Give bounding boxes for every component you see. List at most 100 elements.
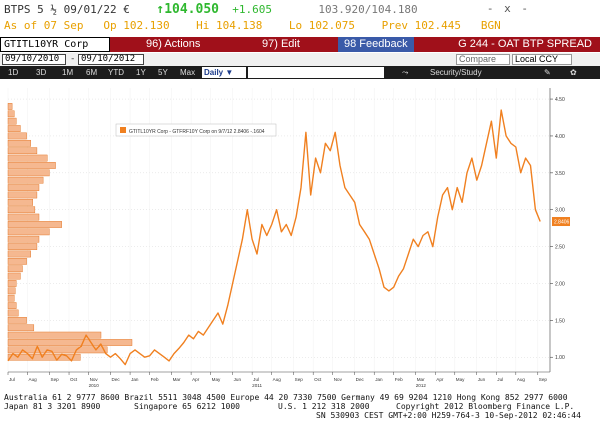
y-tick-label: 2.50 — [555, 245, 565, 251]
x-tick-label: Mar — [173, 377, 181, 382]
study-blank-field[interactable] — [248, 67, 384, 78]
distribution-bar — [7, 147, 38, 155]
x-tick-label: Mar — [417, 377, 425, 382]
x-tick-label: Jan — [375, 377, 383, 382]
line-chart-icon[interactable]: ⤳ — [402, 66, 408, 79]
distribution-bar — [7, 117, 17, 125]
x-tick-label: Jul — [497, 377, 503, 382]
date-range-bar: 09/10/2010 - 09/10/2012 Compare Local CC… — [0, 53, 600, 66]
last-value-label: 2.8406 — [554, 220, 570, 226]
currency-select[interactable]: Local CCY — [512, 54, 572, 65]
command-bar: GTITL10YR Corp 96) Actions 97) Edit 98 F… — [0, 37, 600, 52]
distribution-bar — [7, 324, 35, 332]
range-1y[interactable]: 1Y — [136, 66, 146, 79]
edit-chart-icon[interactable]: ✎ — [544, 66, 551, 79]
legend: GTITL10YR Corp - GTFRF10Y Corp on 9/7/12… — [115, 123, 277, 137]
range-6m[interactable]: 6M — [86, 66, 97, 79]
x-tick-label: Jan — [131, 377, 139, 382]
x-tick-label: Dec — [356, 377, 365, 382]
x-tick-label: Oct — [314, 377, 322, 382]
y-tick-label: 4.50 — [555, 97, 565, 103]
window-controls[interactable]: - x - — [487, 2, 530, 15]
quote-header: BTPS 5 ½ 09/01/22 € ↑104.050 +1.605 103.… — [0, 0, 600, 36]
function-title: G 244 - OAT BTP SPREAD — [458, 38, 592, 50]
legend-swatch — [120, 127, 126, 133]
distribution-bar — [7, 228, 50, 236]
range-1m[interactable]: 1M — [62, 66, 73, 79]
x-year-label: 2010 — [89, 383, 100, 388]
distribution-bar — [7, 132, 27, 140]
quote-fraction: ½ — [50, 3, 57, 16]
distribution-bar — [7, 103, 13, 110]
distribution-bar — [7, 154, 48, 162]
spread-chart: 1.00 1.50 2.00 2.50 3.00 3.50 4.00 4.50 Jul Aug S… — [0, 80, 600, 388]
security-study-button[interactable]: Security/Study — [430, 66, 482, 79]
distribution-bar — [7, 280, 17, 287]
distribution-bar — [7, 191, 38, 199]
quote-line-2: As of 07 Sep Op 102.130 Hi 104.138 Lo 10… — [4, 19, 501, 32]
distribution-bar — [7, 287, 16, 295]
distribution-bar — [7, 243, 38, 250]
quote-low: Lo 102.075 — [288, 19, 356, 32]
actions-button[interactable]: 96) Actions — [146, 37, 200, 52]
frequency-select[interactable]: Daily ▼ — [202, 67, 246, 78]
distribution-bar — [7, 258, 27, 265]
x-tick-label: Feb — [395, 377, 403, 382]
distribution-bar — [7, 294, 15, 302]
y-tick-label: 1.50 — [555, 318, 565, 324]
distribution-bar — [7, 110, 15, 118]
quote-high: Hi 104.138 — [196, 19, 263, 32]
range-1d[interactable]: 1D — [8, 66, 18, 79]
distribution-bar — [7, 125, 21, 132]
last-value-tag: 2.8406 — [552, 217, 570, 227]
range-5y[interactable]: 5Y — [158, 66, 168, 79]
quote-asof: As of 07 Sep — [4, 19, 84, 32]
footer-line-1: Australia 61 2 9777 8600 Brazil 5511 304… — [4, 393, 568, 402]
x-tick-label: Apr — [436, 377, 444, 382]
distribution-bar — [7, 162, 56, 169]
range-3d[interactable]: 3D — [36, 66, 46, 79]
gear-icon[interactable]: ✿ — [570, 66, 577, 79]
frequency-label: Daily — [204, 68, 224, 77]
x-tick-label: May — [456, 377, 465, 382]
x-tick-label: Sep — [295, 377, 304, 382]
start-date-field[interactable]: 09/10/2010 — [2, 54, 66, 65]
x-tick-label: Jul — [9, 377, 15, 382]
quote-last-price: 104.050 — [164, 2, 219, 17]
range-max[interactable]: Max — [180, 66, 195, 79]
distribution-bar — [7, 206, 36, 214]
footer: Australia 61 2 9777 8600 Brazil 5511 304… — [0, 390, 600, 430]
security-field[interactable]: GTITL10YR Corp — [0, 37, 110, 52]
edit-button[interactable]: 97) Edit — [262, 37, 300, 52]
x-year-label: 2011 — [252, 383, 262, 388]
y-tick-label: 1.00 — [555, 355, 565, 361]
x-tick-label: Aug — [517, 377, 526, 382]
distribution-bar — [7, 302, 17, 309]
legend-text: GTITL10YR Corp - GTFRF10Y Corp on 9/7/12… — [129, 129, 265, 135]
up-arrow-icon: ↑ — [156, 2, 165, 17]
distribution-bar — [7, 235, 40, 243]
x-tick-label: Jun — [478, 377, 486, 382]
x-tick-label: Apr — [192, 377, 200, 382]
x-tick-label: Oct — [70, 377, 78, 382]
distribution-bar — [7, 317, 27, 324]
x-year-label: 2012 — [416, 383, 427, 388]
security-study-label: Security/Study — [430, 68, 482, 77]
date-separator: - — [70, 54, 76, 64]
x-tick-label: Nov — [334, 377, 343, 382]
distribution-bar — [7, 250, 31, 258]
end-date-field[interactable]: 09/10/2012 — [78, 54, 144, 65]
feedback-button[interactable]: 98 Feedback — [338, 37, 414, 52]
x-tick-label: Aug — [273, 377, 282, 382]
distribution-bar — [7, 176, 44, 184]
distribution-bar — [7, 309, 19, 317]
distribution-bar — [7, 272, 21, 280]
distribution-bar — [7, 265, 23, 273]
range-ytd[interactable]: YTD — [108, 66, 124, 79]
quote-ticker: BTPS 5 — [4, 3, 44, 16]
quote-prev: Prev 102.445 — [381, 19, 462, 32]
range-bar: 1D 3D 1M 6M YTD 1Y 5Y Max Daily ▼ ⤳ Secu… — [0, 66, 600, 79]
compare-field[interactable]: Compare — [456, 54, 510, 65]
chevron-down-icon: ▼ — [225, 68, 234, 77]
x-tick-label: Nov — [90, 377, 99, 382]
